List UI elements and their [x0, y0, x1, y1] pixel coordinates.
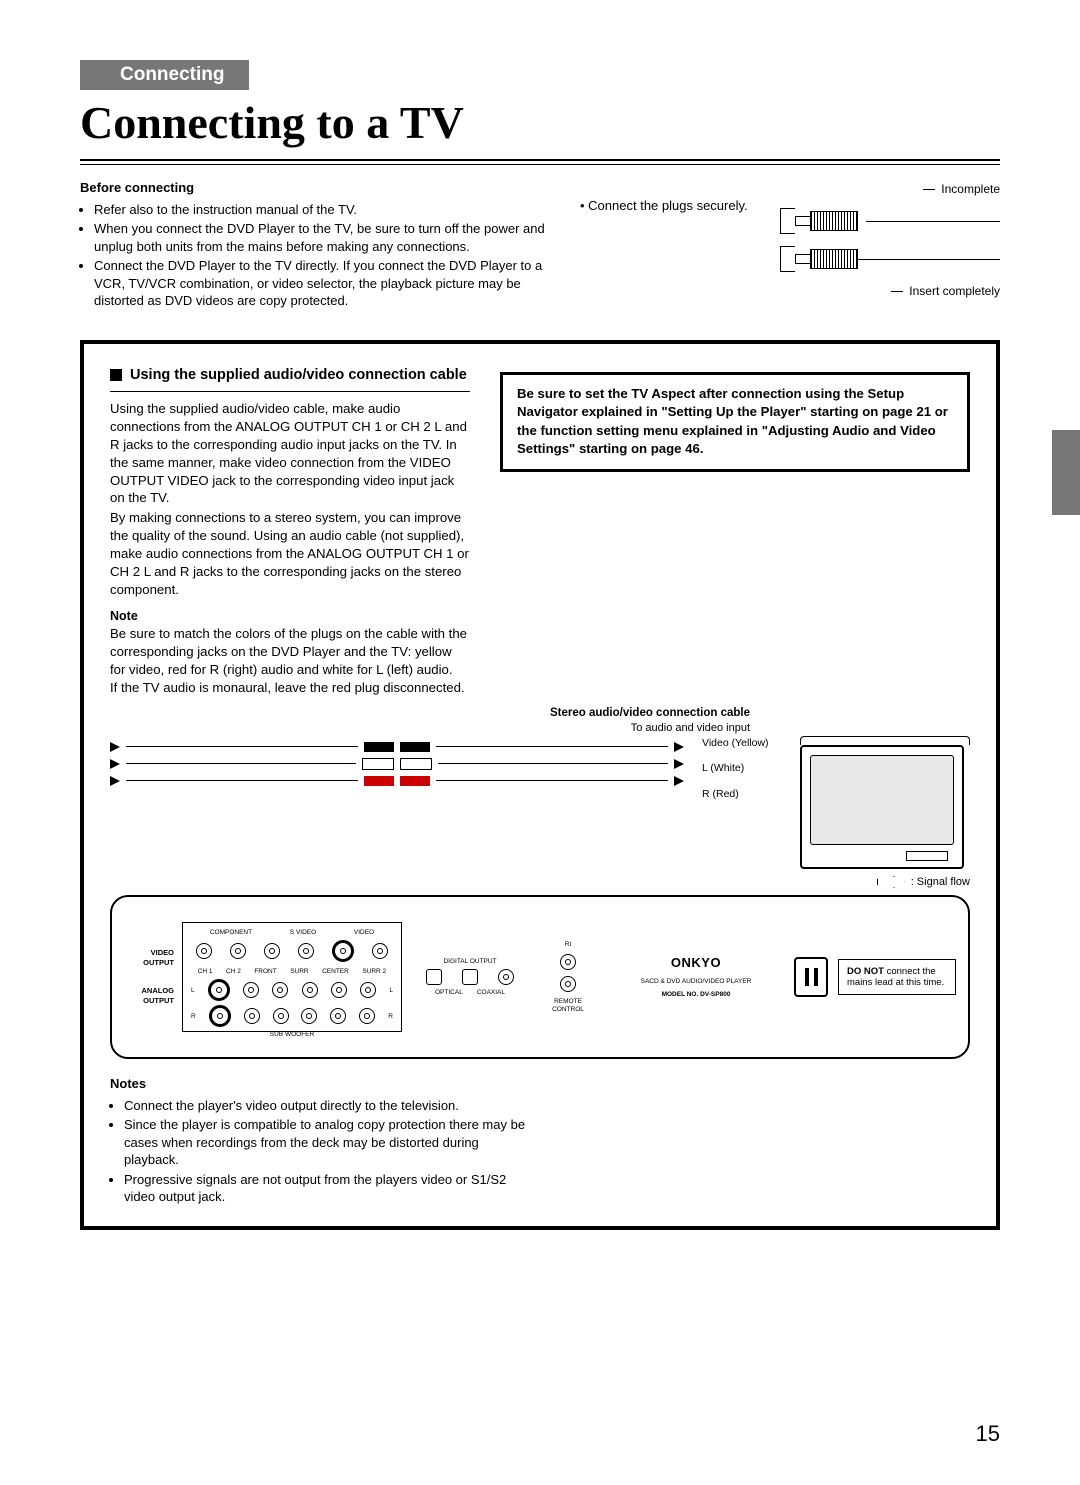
tv-illustration: [800, 745, 964, 869]
to-av-label: To audio and video input: [631, 722, 750, 734]
section-heading: Using the supplied audio/video connectio…: [110, 366, 470, 386]
label-video: Video (Yellow): [702, 736, 782, 752]
signal-flow-label: : Signal flow: [911, 875, 970, 889]
cable-heading: Stereo audio/video connection cable: [550, 707, 750, 719]
secure-plugs: • Connect the plugs securely.: [580, 198, 748, 213]
before-bullet: When you connect the DVD Player to the T…: [94, 220, 560, 255]
before-bullet: Refer also to the instruction manual of …: [94, 201, 560, 219]
section-para2: By making connections to a stereo system…: [110, 509, 470, 598]
notes-item: Connect the player's video output direct…: [124, 1097, 530, 1115]
insert-label: Insert completely: [909, 283, 1000, 299]
video-output-label: VIDEO OUTPUT: [124, 948, 174, 968]
incomplete-label: Incomplete: [941, 181, 1000, 197]
brand-logo: ONKYO: [671, 955, 721, 972]
notes-list: Connect the player's video output direct…: [124, 1097, 530, 1206]
connection-diagram: Stereo audio/video connection cable To a…: [110, 706, 970, 1205]
notes-item: Since the player is compatible to analog…: [124, 1116, 530, 1169]
page-number: 15: [976, 1421, 1000, 1447]
iec-socket-icon: [794, 957, 828, 997]
section-para1: Using the supplied audio/video cable, ma…: [110, 400, 470, 507]
notes-item: Progressive signals are not output from …: [124, 1171, 530, 1206]
before-bullet: Connect the DVD Player to the TV directl…: [94, 257, 560, 310]
aspect-info-box: Be sure to set the TV Aspect after conne…: [500, 372, 970, 472]
signal-arrow-icon: [877, 876, 905, 888]
analog-output-label: ANALOG OUTPUT: [124, 986, 174, 1006]
side-tab: [1052, 430, 1080, 515]
note-heading: Note: [110, 608, 470, 625]
title-rule: [80, 159, 1000, 165]
mains-warning: DO NOT connect the mains lead at this ti…: [838, 959, 956, 996]
before-bullets: Refer also to the instruction manual of …: [94, 201, 560, 310]
page-title: Connecting to a TV: [80, 96, 1000, 151]
rca-plug-l: [362, 758, 394, 770]
rear-panel-illustration: VIDEO OUTPUT ANALOG OUTPUT COMPONENT S V…: [110, 895, 970, 1059]
rca-plug-video: [364, 742, 394, 752]
rca-plug-r: [364, 776, 394, 786]
before-heading: Before connecting: [80, 179, 560, 197]
square-bullet-icon: [110, 369, 122, 381]
label-r: R (Red): [702, 787, 782, 803]
note-body: Be sure to match the colors of the plugs…: [110, 625, 470, 696]
main-box: Using the supplied audio/video connectio…: [80, 340, 1000, 1230]
notes-heading: Notes: [110, 1075, 530, 1093]
ribbon-connecting: Connecting: [80, 60, 249, 90]
label-l: L (White): [702, 761, 782, 777]
